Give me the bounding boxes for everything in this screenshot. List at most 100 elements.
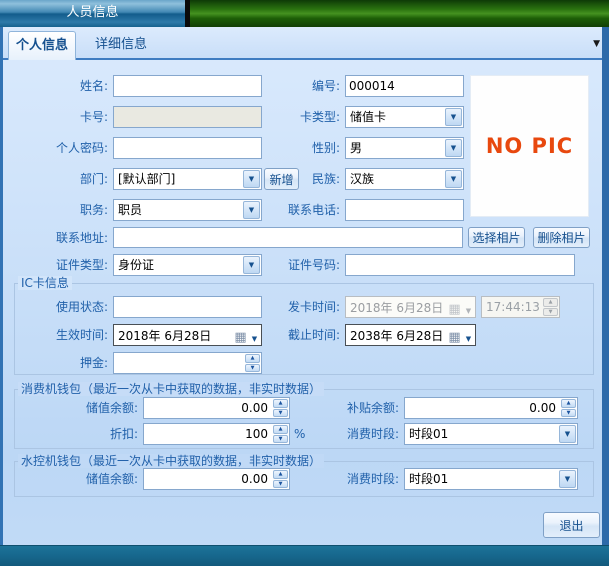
window-tab-personnel[interactable]: 人员信息 [0, 0, 185, 27]
tabstrip: 个人信息 详细信息 [0, 27, 609, 60]
subsidy-balance-value: 0.00 [405, 398, 560, 418]
water-period-label: 消费时段: [295, 468, 399, 490]
id-number-input[interactable] [345, 254, 575, 276]
discount-label: 折扣: [10, 423, 138, 445]
position-label: 职务: [5, 199, 108, 221]
chevron-down-icon[interactable] [593, 40, 600, 49]
delete-photo-button[interactable]: 删除相片 [533, 227, 590, 248]
ic-card-group-title: IC卡信息 [18, 276, 72, 290]
effective-time-label: 生效时间: [5, 324, 108, 346]
spin-down-icon[interactable] [273, 480, 288, 489]
select-photo-button[interactable]: 选择相片 [468, 227, 525, 248]
expiry-date-value: 2038年 6月28日 [346, 327, 447, 344]
address-label: 联系地址: [5, 227, 108, 249]
titlebar: 人员信息 [0, 0, 609, 27]
chevron-down-icon[interactable] [559, 470, 576, 488]
position-value: 职员 [114, 200, 242, 220]
discount-value: 100 [144, 424, 272, 444]
gender-select[interactable]: 男 [345, 137, 464, 159]
water-period-select[interactable]: 时段01 [404, 468, 578, 490]
discount-spinner[interactable]: 100 [143, 423, 290, 445]
deposit-label: 押金: [5, 352, 108, 374]
water-wallet-group-title: 水控机钱包（最近一次从卡中获取的数据，非实时数据） [18, 454, 324, 468]
calendar-icon [447, 326, 462, 345]
ethnicity-label: 民族: [240, 168, 340, 190]
number-input[interactable] [345, 75, 464, 97]
chevron-down-icon[interactable] [445, 170, 462, 188]
id-number-label: 证件号码: [240, 254, 340, 276]
spin-down-icon[interactable] [561, 409, 576, 418]
phone-label: 联系电话: [240, 199, 340, 221]
delete-photo-button-label: 删除相片 [537, 229, 585, 246]
status-bar [0, 545, 609, 566]
exit-button[interactable]: 退出 [543, 512, 600, 538]
chevron-down-icon[interactable] [559, 425, 576, 443]
tab-personal-info[interactable]: 个人信息 [8, 31, 76, 60]
gender-value: 男 [346, 138, 444, 158]
water-stored-balance-spinner[interactable]: 0.00 [143, 468, 290, 490]
water-stored-balance-label: 储值余额: [10, 468, 138, 490]
spin-down-icon[interactable] [273, 409, 288, 418]
consume-period-value: 时段01 [405, 424, 558, 444]
consume-period-label: 消费时段: [295, 423, 399, 445]
tab-personal-info-label: 个人信息 [16, 38, 68, 53]
number-label: 编号: [240, 75, 340, 97]
select-photo-button-label: 选择相片 [472, 229, 520, 246]
chevron-down-icon [462, 298, 475, 317]
ethnicity-select[interactable]: 汉族 [345, 168, 464, 190]
ethnicity-value: 汉族 [346, 169, 444, 189]
address-input[interactable] [113, 227, 463, 248]
window-title: 人员信息 [66, 5, 118, 20]
issue-date-picker: 2018年 6月28日 [345, 296, 476, 318]
stored-balance-spinner[interactable]: 0.00 [143, 397, 290, 419]
calendar-icon [447, 298, 462, 317]
spin-up-icon [543, 298, 558, 307]
stored-balance-value: 0.00 [144, 398, 272, 418]
subsidy-balance-spinner[interactable]: 0.00 [404, 397, 578, 419]
name-label: 姓名: [5, 75, 108, 97]
chevron-down-icon[interactable] [445, 139, 462, 157]
water-period-value: 时段01 [405, 469, 558, 489]
gender-label: 性别: [240, 137, 340, 159]
water-stored-balance-value: 0.00 [144, 469, 272, 489]
department-value: [默认部门] [114, 169, 242, 189]
spin-up-icon[interactable] [561, 399, 576, 408]
personnel-info-window: 人员信息 个人信息 详细信息 姓名: 编号: NO PIC 卡号: 卡类型: 储… [0, 0, 609, 566]
spin-up-icon[interactable] [245, 354, 260, 363]
titlebar-green-strip [190, 0, 609, 27]
id-type-label: 证件类型: [5, 254, 108, 276]
issue-date-value: 2018年 6月28日 [346, 299, 447, 316]
department-label: 部门: [5, 168, 108, 190]
spin-up-icon[interactable] [273, 425, 288, 434]
spin-down-icon[interactable] [245, 364, 260, 373]
spin-down-icon[interactable] [273, 435, 288, 444]
spin-up-icon[interactable] [273, 470, 288, 479]
issue-time-spinner: 17:44:13 [481, 296, 560, 318]
spin-up-icon[interactable] [273, 399, 288, 408]
expiry-time-label: 截止时间: [240, 324, 340, 346]
window-right-edge [602, 27, 609, 545]
password-label: 个人密码: [5, 137, 108, 159]
tab-detail-info[interactable]: 详细信息 [82, 31, 160, 60]
no-pic-text: NO PIC [486, 134, 573, 158]
card-type-value: 储值卡 [346, 107, 444, 127]
chevron-down-icon[interactable] [445, 108, 462, 126]
chevron-down-icon[interactable] [462, 326, 475, 345]
issue-time-value: 17:44:13 [482, 297, 542, 317]
expiry-date-picker[interactable]: 2038年 6月28日 [345, 324, 476, 346]
subsidy-balance-label: 补贴余额: [295, 397, 399, 419]
usage-status-label: 使用状态: [5, 296, 108, 318]
deposit-spinner[interactable] [113, 352, 262, 374]
effective-date-value: 2018年 6月28日 [114, 327, 233, 344]
photo-placeholder: NO PIC [470, 75, 589, 217]
phone-input[interactable] [345, 199, 464, 221]
card-type-select[interactable]: 储值卡 [345, 106, 464, 128]
consumer-wallet-group-title: 消费机钱包（最近一次从卡中获取的数据，非实时数据） [18, 382, 324, 396]
id-type-value: 身份证 [114, 255, 242, 275]
stored-balance-label: 储值余额: [10, 397, 138, 419]
card-no-label: 卡号: [5, 106, 108, 128]
deposit-value [114, 353, 244, 373]
tab-detail-info-label: 详细信息 [95, 37, 147, 52]
consume-period-select[interactable]: 时段01 [404, 423, 578, 445]
issue-time-label: 发卡时间: [240, 296, 340, 318]
